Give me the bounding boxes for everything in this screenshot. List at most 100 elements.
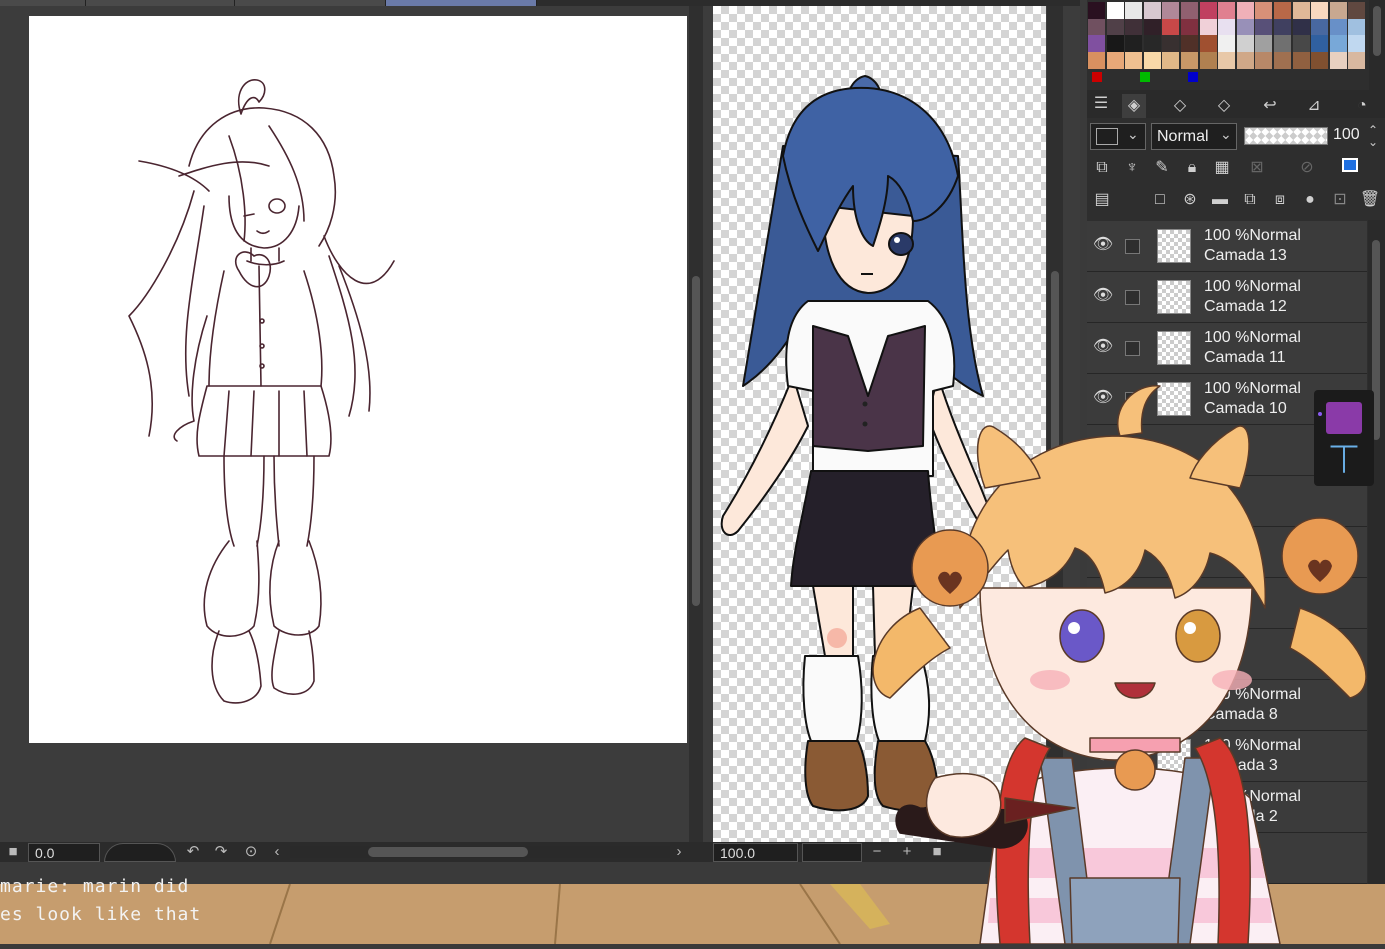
- palette-swatch[interactable]: [1274, 51, 1291, 69]
- palette-swatch[interactable]: [1218, 35, 1236, 52]
- new-folder-icon[interactable]: ▬: [1208, 188, 1232, 212]
- palette-swatch[interactable]: [1125, 2, 1143, 19]
- palette-swatch[interactable]: [1255, 35, 1273, 52]
- palette-swatch[interactable]: [1199, 18, 1217, 36]
- palette-scroll-thumb[interactable]: [1373, 6, 1381, 56]
- palette-swatch[interactable]: [1143, 2, 1161, 19]
- palette-swatch[interactable]: [1329, 18, 1347, 36]
- palette-swatch[interactable]: [1106, 35, 1124, 52]
- palette-swatch[interactable]: [1106, 18, 1124, 36]
- palette-swatch[interactable]: [1088, 2, 1105, 19]
- navigator-tab-icon[interactable]: ◔: [1350, 94, 1374, 118]
- palette-swatch[interactable]: [1162, 35, 1180, 52]
- layer-row[interactable]: 👁︎ 100 %Normal Camada 11: [1087, 323, 1367, 374]
- palette-swatch[interactable]: [1292, 2, 1310, 19]
- left-horizontal-scrollbar[interactable]: [290, 846, 670, 858]
- palette-swatch[interactable]: [1292, 18, 1310, 36]
- palette-swatch[interactable]: [1143, 35, 1161, 52]
- palette-swatch[interactable]: [1181, 35, 1198, 52]
- palette-swatch[interactable]: [1218, 51, 1236, 69]
- palette-swatch[interactable]: [1106, 51, 1124, 69]
- palette-swatch[interactable]: [1329, 35, 1347, 52]
- left-vertical-scroll-thumb[interactable]: [692, 276, 700, 606]
- palette-swatch[interactable]: [1106, 2, 1124, 19]
- left-zoom-slider[interactable]: [104, 843, 176, 862]
- palette-swatch[interactable]: [1199, 2, 1217, 19]
- blend-preview-dropdown[interactable]: ⌄: [1090, 123, 1146, 150]
- palette-swatch[interactable]: [1255, 18, 1273, 36]
- palette-swatch[interactable]: [1125, 51, 1143, 69]
- palette-scrollbar[interactable]: [1369, 0, 1385, 90]
- palette-swatch[interactable]: [1311, 51, 1329, 69]
- layer-panel-options-icon[interactable]: ▤: [1090, 188, 1114, 212]
- history-tab-icon[interactable]: ↩: [1258, 94, 1282, 118]
- clipping-icon[interactable]: ⧉: [1090, 156, 1114, 180]
- palette-swatch[interactable]: [1162, 51, 1180, 69]
- lock-transparent-icon[interactable]: ▦: [1210, 156, 1234, 180]
- palette-swatch[interactable]: [1181, 51, 1198, 69]
- palette-swatch[interactable]: [1162, 2, 1180, 19]
- lock-icon[interactable]: 🔒︎: [1180, 156, 1204, 180]
- scroll-right-icon[interactable]: ›: [668, 842, 690, 862]
- palette-swatch[interactable]: [1311, 2, 1329, 19]
- scroll-left-icon[interactable]: ‹: [266, 842, 288, 862]
- rgb-swatch[interactable]: [1188, 72, 1198, 82]
- layer-row[interactable]: 👁︎ 100 %Normal Camada 12: [1087, 272, 1367, 323]
- rgb-swatch[interactable]: [1092, 72, 1102, 82]
- palette-swatch[interactable]: [1125, 18, 1143, 36]
- palette-swatch[interactable]: [1311, 18, 1329, 36]
- opacity-slider[interactable]: [1244, 127, 1328, 145]
- palette-swatch[interactable]: [1125, 35, 1143, 52]
- rotate-left-icon[interactable]: ↶: [182, 842, 204, 862]
- left-horizontal-scroll-thumb[interactable]: [368, 847, 528, 857]
- auto-action-tab-icon[interactable]: ⊿: [1302, 94, 1326, 118]
- right-zoom-field[interactable]: 100.0: [713, 843, 798, 862]
- palette-swatch[interactable]: [1236, 2, 1254, 19]
- layer-color-icon[interactable]: [1338, 156, 1362, 180]
- sketch-canvas[interactable]: [29, 16, 687, 743]
- mask-icon[interactable]: ⊠: [1245, 156, 1269, 180]
- rotate-right-icon[interactable]: ↷: [210, 842, 232, 862]
- palette-swatch[interactable]: [1181, 2, 1198, 19]
- palette-swatch[interactable]: [1311, 35, 1329, 52]
- palette-swatch[interactable]: [1329, 2, 1347, 19]
- opacity-value[interactable]: 100: [1333, 126, 1360, 144]
- reference-layer-icon[interactable]: ♆: [1120, 156, 1144, 180]
- layer-select-checkbox[interactable]: [1125, 239, 1140, 254]
- blend-mode-dropdown[interactable]: Normal ⌄: [1151, 123, 1237, 150]
- palette-swatch[interactable]: [1255, 51, 1273, 69]
- palette-swatch[interactable]: [1274, 18, 1291, 36]
- palette-swatch[interactable]: [1348, 18, 1366, 36]
- right-zoom-slider[interactable]: [802, 843, 862, 862]
- layer-select-checkbox[interactable]: [1125, 341, 1140, 356]
- left-vertical-scrollbar[interactable]: [689, 6, 703, 842]
- palette-swatch[interactable]: [1218, 2, 1236, 19]
- palette-swatch[interactable]: [1329, 51, 1347, 69]
- apply-mask-icon[interactable]: ⊡: [1328, 188, 1352, 212]
- opacity-stepper-icon[interactable]: ⌃ ⌄: [1368, 124, 1378, 148]
- palette-swatch[interactable]: [1292, 35, 1310, 52]
- palette-swatch[interactable]: [1088, 35, 1105, 52]
- eye-icon[interactable]: 👁︎: [1091, 233, 1115, 257]
- color-set-palette[interactable]: [1088, 2, 1368, 69]
- palette-swatch[interactable]: [1181, 18, 1198, 36]
- palette-swatch[interactable]: [1255, 2, 1273, 19]
- layer-select-checkbox[interactable]: [1125, 290, 1140, 305]
- palette-swatch[interactable]: [1274, 2, 1291, 19]
- transfer-to-lower-layer-icon[interactable]: ⧉: [1238, 188, 1262, 212]
- palette-swatch[interactable]: [1088, 18, 1105, 36]
- layer-tab-icon[interactable]: ◈: [1122, 94, 1146, 118]
- palette-swatch[interactable]: [1292, 51, 1310, 69]
- layer-row[interactable]: 👁︎ 100 %Normal Camada 13: [1087, 221, 1367, 272]
- delete-layer-icon[interactable]: 🗑︎: [1358, 188, 1382, 212]
- ruler-icon[interactable]: ⊘: [1295, 156, 1319, 180]
- palette-swatch[interactable]: [1199, 35, 1217, 52]
- palette-swatch[interactable]: [1348, 51, 1366, 69]
- draft-layer-icon[interactable]: ✎: [1150, 156, 1174, 180]
- palette-swatch[interactable]: [1199, 51, 1217, 69]
- stop-icon[interactable]: ■: [2, 842, 24, 862]
- layer-property-tab-icon[interactable]: ◇: [1168, 94, 1192, 118]
- palette-swatch[interactable]: [1143, 51, 1161, 69]
- eye-icon[interactable]: 👁︎: [1091, 284, 1115, 308]
- palette-swatch[interactable]: [1162, 18, 1180, 36]
